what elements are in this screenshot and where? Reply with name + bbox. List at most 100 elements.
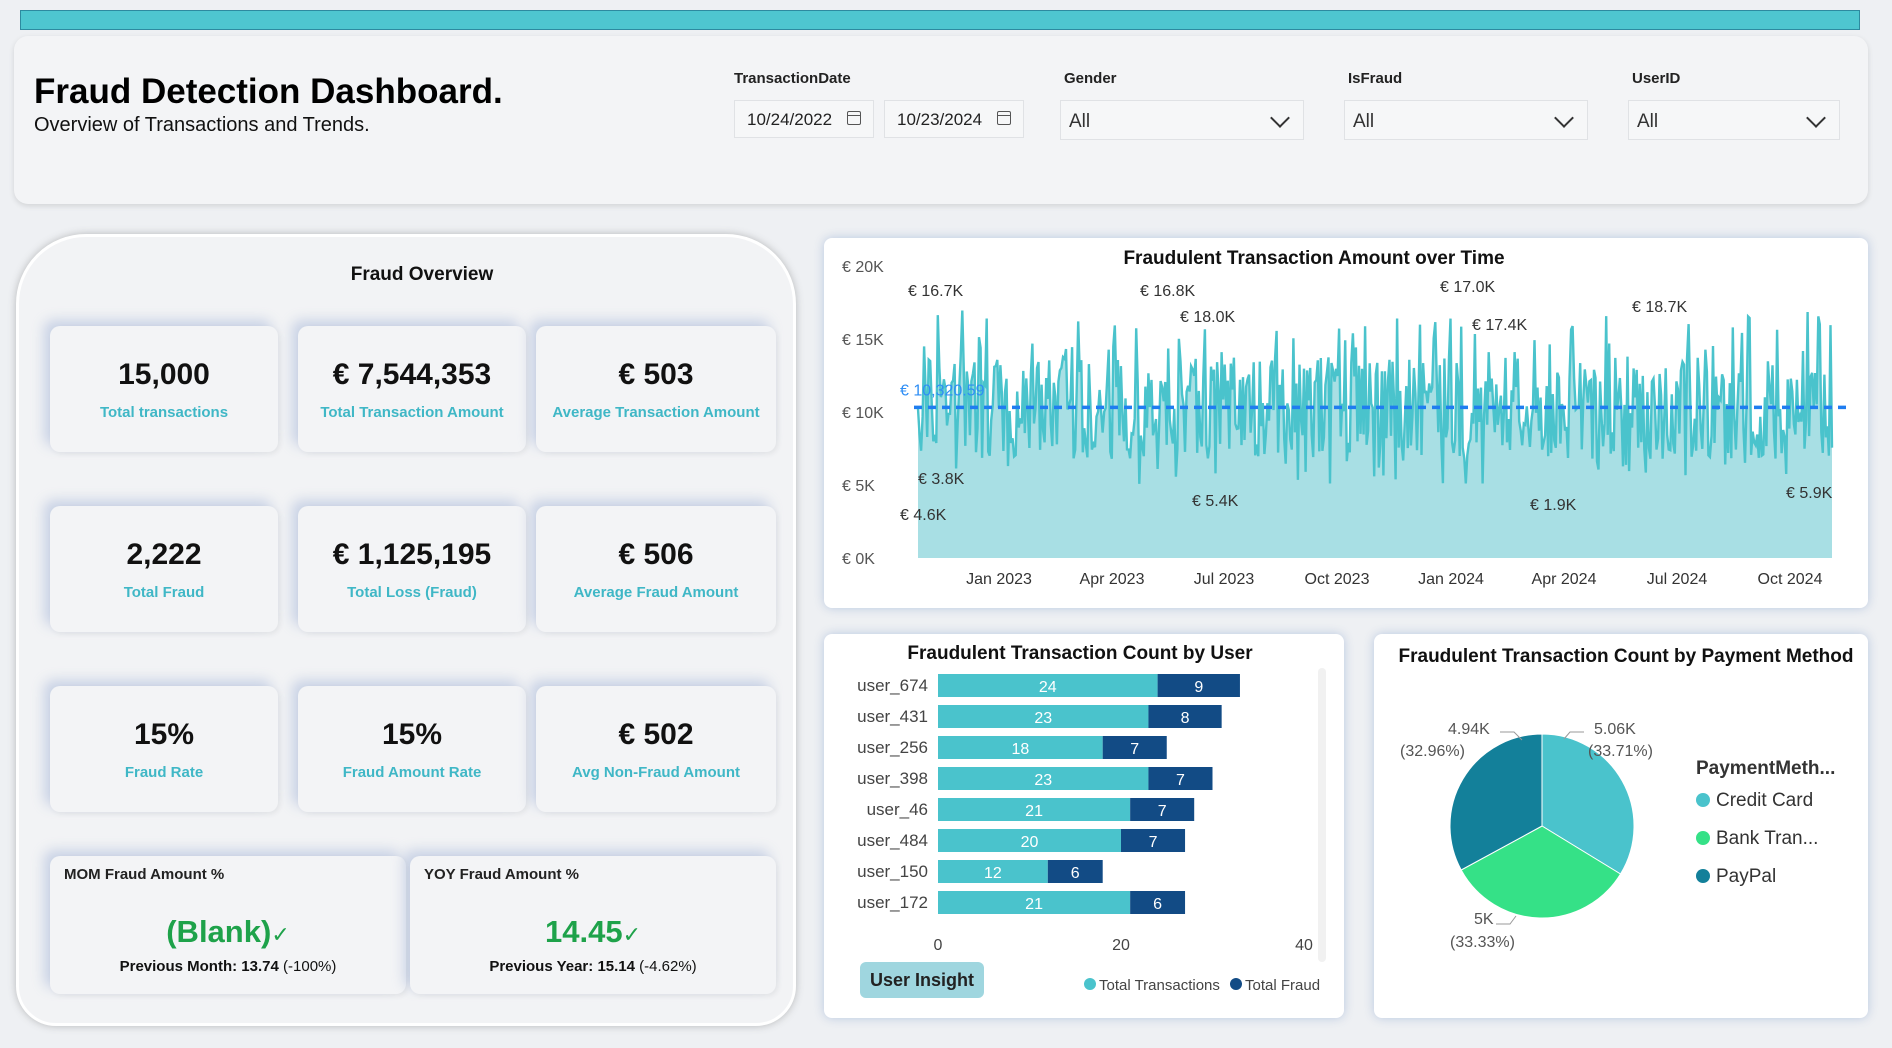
- user-label: user_46: [867, 800, 928, 819]
- y-tick-label: € 20K: [842, 259, 884, 276]
- pie-pct-label: (33.33%): [1450, 934, 1515, 951]
- legend-dot: [1696, 793, 1710, 807]
- user-label: user_398: [857, 769, 928, 788]
- gender-label: Gender: [1064, 70, 1117, 87]
- legend-bank-transfer[interactable]: Bank Tran...: [1696, 828, 1818, 850]
- kpi-value: € 503: [618, 358, 694, 391]
- x-tick-label: Jul 2023: [1194, 571, 1255, 588]
- x-tick-label: Jan 2023: [966, 571, 1032, 588]
- yoy-previous: Previous Year: 15.14 (-4.62%): [410, 958, 776, 975]
- annotation-label: € 16.7K: [908, 283, 963, 300]
- annotation-label: € 5.9K: [1786, 485, 1833, 502]
- legend-label: PayPal: [1716, 866, 1777, 887]
- bar-value-label: 24: [1039, 679, 1057, 696]
- y-tick-label: € 0K: [842, 551, 875, 568]
- yoy-value-row: 14.45✓: [410, 914, 776, 950]
- user-label: user_172: [857, 893, 928, 912]
- chevron-down-icon: [1554, 108, 1574, 128]
- pie-pct-label: (32.96%): [1400, 743, 1465, 760]
- legend-dot: [1696, 869, 1710, 883]
- annotation-label: € 1.9K: [1530, 497, 1577, 514]
- bar-value-label: 6: [1071, 865, 1080, 882]
- bar-value-label: 20: [1021, 834, 1039, 851]
- yoy-fraud-card: YOY Fraud Amount % 14.45✓ Previous Year:…: [410, 856, 776, 994]
- kpi-label: Total Loss (Fraud): [347, 584, 477, 601]
- user-insight-button[interactable]: User Insight: [860, 962, 984, 998]
- x-tick-label: Oct 2024: [1758, 571, 1823, 588]
- legend-label: Bank Tran...: [1716, 828, 1819, 849]
- kpi-label: Average Fraud Amount: [573, 584, 739, 601]
- isfraud-value: All: [1353, 111, 1375, 132]
- transaction-date-label: TransactionDate: [734, 70, 851, 87]
- isfraud-dropdown[interactable]: All: [1344, 100, 1588, 140]
- legend-label: Credit Card: [1716, 790, 1814, 811]
- userid-dropdown[interactable]: All: [1628, 100, 1840, 140]
- pie-value-label: 5K: [1474, 911, 1494, 928]
- user-label: user_256: [857, 738, 928, 757]
- kpi-card: 15% Fraud Rate: [50, 686, 278, 812]
- annotation-label: € 17.0K: [1440, 279, 1495, 296]
- fraud-overview-title: Fraud Overview: [350, 264, 494, 285]
- bar-value-label: 7: [1158, 803, 1167, 820]
- bar-value-label: 8: [1181, 710, 1190, 727]
- user-chart-card: Fraudulent Transaction Count by User use…: [824, 634, 1344, 1018]
- user-label: user_431: [857, 707, 928, 726]
- x-tick-label: Apr 2023: [1080, 571, 1145, 588]
- x-tick-label: 0: [934, 937, 943, 954]
- legend-dot-transactions: [1084, 978, 1096, 990]
- kpi-value: 15%: [381, 718, 443, 751]
- kpi-value: € 7,544,353: [332, 358, 492, 391]
- end-date-input[interactable]: 10/23/2024: [884, 100, 1024, 138]
- pie-value-label: 4.94K: [1448, 721, 1490, 738]
- start-date-input[interactable]: 10/24/2022: [734, 100, 874, 138]
- mom-value-row: (Blank)✓: [50, 914, 406, 950]
- time-chart-title: Fraudulent Transaction Amount over Time: [1123, 248, 1504, 269]
- prev-month-label: Previous Month:: [119, 958, 238, 975]
- kpi-card: € 503 Average Transaction Amount: [536, 326, 776, 452]
- time-chart: Fraudulent Transaction Amount over Time …: [842, 248, 1846, 588]
- kpi-card: € 502 Avg Non-Fraud Amount: [536, 686, 776, 812]
- calendar-icon[interactable]: [847, 111, 861, 125]
- time-chart-card: Fraudulent Transaction Amount over Time …: [824, 238, 1868, 608]
- bar-value-label: 21: [1025, 803, 1043, 820]
- bar-value-label: 7: [1149, 834, 1158, 851]
- kpi-label: Average Transaction Amount: [552, 404, 760, 421]
- pie-pct-label: (33.71%): [1588, 743, 1653, 760]
- x-tick-label: 20: [1112, 937, 1130, 954]
- kpi-card: € 506 Average Fraud Amount: [536, 506, 776, 632]
- calendar-icon[interactable]: [997, 111, 1011, 125]
- kpi-value: 15,000: [118, 358, 210, 391]
- y-tick-label: € 15K: [842, 332, 884, 349]
- annotation-label: € 5.4K: [1192, 493, 1239, 510]
- kpi-value: € 1,125,195: [332, 538, 492, 571]
- mom-value: (Blank): [166, 914, 272, 949]
- kpi-card: 15% Fraud Amount Rate: [298, 686, 526, 812]
- kpi-label: Total transactions: [99, 404, 229, 421]
- legend-dot: [1696, 831, 1710, 845]
- kpi-card: 15,000 Total transactions: [50, 326, 278, 452]
- bar-value-label: 18: [1011, 741, 1029, 758]
- kpi-card: 2,222 Total Fraud: [50, 506, 278, 632]
- prev-month-change: (-100%): [283, 958, 337, 975]
- legend-credit-card[interactable]: Credit Card: [1696, 790, 1813, 812]
- y-tick-label: € 10K: [842, 405, 884, 422]
- chevron-down-icon: [1806, 108, 1826, 128]
- yoy-title: YOY Fraud Amount %: [424, 866, 580, 883]
- gender-dropdown[interactable]: All: [1060, 100, 1304, 140]
- bar-value-label: 6: [1153, 896, 1162, 913]
- check-icon: ✓: [271, 922, 290, 947]
- bar-value-label: 7: [1130, 741, 1139, 758]
- kpi-label: Total Fraud: [123, 584, 205, 601]
- user-label: user_484: [857, 831, 928, 850]
- kpi-value: € 502: [618, 718, 694, 751]
- user-label: user_674: [857, 676, 928, 695]
- x-tick-label: Apr 2024: [1532, 571, 1597, 588]
- legend-paypal[interactable]: PayPal: [1696, 866, 1776, 888]
- scrollbar[interactable]: [1318, 668, 1326, 962]
- average-label: € 10,320.59: [900, 382, 985, 399]
- kpi-label: Avg Non-Fraud Amount: [571, 764, 741, 781]
- end-date-value: 10/23/2024: [897, 110, 983, 129]
- y-tick-label: € 5K: [842, 478, 875, 495]
- x-tick-label: 40: [1295, 937, 1313, 954]
- mom-fraud-card: MOM Fraud Amount % (Blank)✓ Previous Mon…: [50, 856, 406, 994]
